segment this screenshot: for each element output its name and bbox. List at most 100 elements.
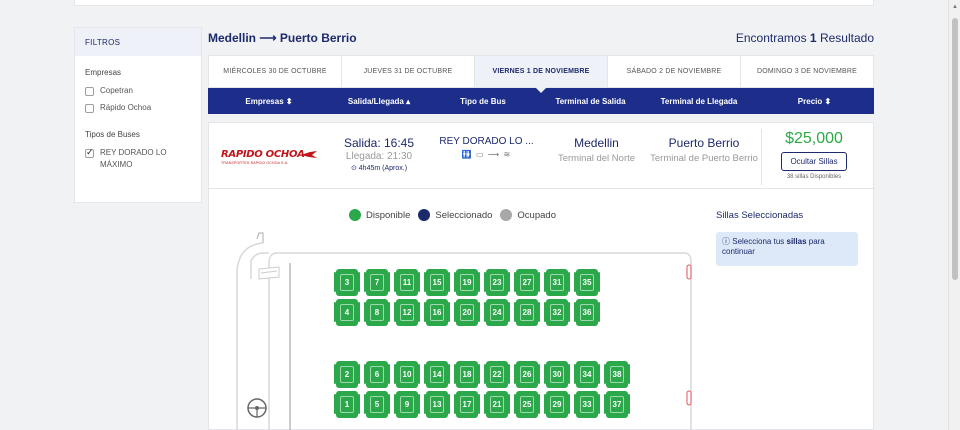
- seat-22[interactable]: 22: [484, 361, 510, 388]
- seat-number: 25: [522, 400, 532, 409]
- seat-number: 35: [582, 278, 592, 287]
- seat-15[interactable]: 15: [424, 269, 450, 296]
- amenities-icons: 🚻 ▭ ⟿ ≋: [461, 150, 512, 159]
- seat-11[interactable]: 11: [394, 269, 420, 296]
- seat-number: 36: [582, 308, 592, 317]
- origin-city: Medellin: [574, 136, 619, 150]
- date-tabs: MIÉRCOLES 30 DE OCTUBRE JUEVES 31 DE OCT…: [208, 55, 874, 93]
- seat-number: 21: [492, 400, 502, 409]
- tipos-heading: Tipos de Buses: [85, 130, 140, 139]
- filter-tipo-rey-dorado[interactable]: REY DORADO LO MÁXIMO: [85, 147, 191, 171]
- steering-wheel-icon: [247, 398, 267, 418]
- seat-7[interactable]: 7: [364, 269, 390, 296]
- seat-12[interactable]: 12: [394, 299, 420, 326]
- seat-number: 24: [492, 308, 502, 317]
- col-terminal-llegada: Terminal de Llegada: [660, 96, 738, 106]
- seat-30[interactable]: 30: [544, 361, 570, 388]
- seat-38[interactable]: 38: [604, 361, 630, 388]
- seat-36[interactable]: 36: [574, 299, 600, 326]
- seat-13[interactable]: 13: [424, 391, 450, 418]
- tab-date-2-active[interactable]: VIERNES 1 DE NOVIEMBRE: [475, 56, 608, 93]
- seat-31[interactable]: 31: [544, 269, 570, 296]
- col-precio[interactable]: Precio ⬍: [755, 97, 874, 106]
- seat-5[interactable]: 5: [364, 391, 390, 418]
- seat-2[interactable]: 2: [334, 361, 360, 388]
- seat-number: 15: [432, 278, 442, 287]
- seat-number: 8: [374, 308, 380, 317]
- seat-26[interactable]: 26: [514, 361, 540, 388]
- seat-23[interactable]: 23: [484, 269, 510, 296]
- seat-14[interactable]: 14: [424, 361, 450, 388]
- empresas-heading: Empresas: [85, 68, 122, 77]
- destination-terminal: Terminal de Puerto Berrio: [650, 153, 758, 164]
- seat-35[interactable]: 35: [574, 269, 600, 296]
- selected-seats-title: Sillas Seleccionadas: [716, 210, 804, 221]
- destination-city: Puerto Berrio: [668, 136, 740, 150]
- tab-date-1[interactable]: JUEVES 31 DE OCTUBRE: [342, 56, 475, 87]
- seat-34[interactable]: 34: [574, 361, 600, 388]
- top-card: [74, 0, 874, 6]
- seat-number: 19: [462, 278, 472, 287]
- legend-available-label: Disponible: [366, 209, 411, 221]
- origin-terminal: Terminal del Norte: [557, 153, 636, 164]
- seat-24[interactable]: 24: [484, 299, 510, 326]
- hide-seats-button[interactable]: Ocultar Sillas: [781, 152, 847, 171]
- seat-21[interactable]: 21: [484, 391, 510, 418]
- seat-number: 26: [522, 370, 532, 379]
- seat-number: 27: [522, 278, 532, 287]
- seat-20[interactable]: 20: [454, 299, 480, 326]
- col-tipo-bus: Tipo de Bus: [460, 96, 506, 106]
- seat-17[interactable]: 17: [454, 391, 480, 418]
- col-empresas[interactable]: Empresas ⬍: [208, 97, 330, 106]
- seat-18[interactable]: 18: [454, 361, 480, 388]
- seat-32[interactable]: 32: [544, 299, 570, 326]
- seat-16[interactable]: 16: [424, 299, 450, 326]
- scrollbar-thumb[interactable]: [952, 18, 958, 280]
- seat-number: 3: [344, 278, 350, 287]
- seat-number: 9: [404, 400, 410, 409]
- trip-row: RAPIDO OCHOA TRANSPORTES RAPIDO OCHOA S.…: [209, 123, 875, 189]
- bus-type-name: REY DORADO LO ...: [439, 136, 534, 147]
- tab-date-3[interactable]: SÁBADO 2 DE NOVIEMBRE: [608, 56, 741, 87]
- col-salida-llegada[interactable]: Salida/Llegada ▴: [330, 97, 428, 106]
- seat-9[interactable]: 9: [394, 391, 420, 418]
- trip-price: $25,000: [785, 130, 843, 147]
- checkbox-checked[interactable]: [85, 147, 94, 159]
- seat-28[interactable]: 28: [514, 299, 540, 326]
- seat-1[interactable]: 1: [334, 391, 360, 418]
- price-column: $25,000 Ocultar Sillas 38 sillas Disponi…: [761, 129, 866, 185]
- seat-29[interactable]: 29: [544, 391, 570, 418]
- legend-occupied-label: Ocupado: [517, 209, 556, 221]
- seat-8[interactable]: 8: [364, 299, 390, 326]
- seat-number: 37: [612, 400, 622, 409]
- seat-number: 18: [462, 370, 472, 379]
- seat-number: 33: [582, 400, 592, 409]
- info-prefix: Selecciona tus: [732, 237, 787, 246]
- results-prefix: Encontramos: [735, 31, 807, 45]
- seat-19[interactable]: 19: [454, 269, 480, 296]
- seat-33[interactable]: 33: [574, 391, 600, 418]
- checkbox[interactable]: [85, 104, 94, 113]
- occupied-dot: [500, 209, 513, 221]
- tab-date-4[interactable]: DOMINGO 3 DE NOVIEMBRE: [741, 56, 873, 87]
- seat-number: 28: [522, 308, 532, 317]
- filter-empresa-rapido-ochoa[interactable]: Rápido Ochoa: [85, 102, 191, 114]
- seat-10[interactable]: 10: [394, 361, 420, 388]
- company-logo: RAPIDO OCHOA TRANSPORTES RAPIDO OCHOA S.…: [221, 149, 321, 165]
- seat-3[interactable]: 3: [334, 269, 360, 296]
- tab-date-0[interactable]: MIÉRCOLES 30 DE OCTUBRE: [209, 56, 342, 87]
- seat-number: 7: [374, 278, 380, 287]
- page-scrollbar[interactable]: ▲: [948, 0, 960, 430]
- seat-6[interactable]: 6: [364, 361, 390, 388]
- seat-4[interactable]: 4: [334, 299, 360, 326]
- filter-empresa-copetran[interactable]: Copetran: [85, 85, 191, 97]
- seat-37[interactable]: 37: [604, 391, 630, 418]
- scroll-up-icon[interactable]: ▲: [952, 4, 958, 10]
- seat-number: 22: [492, 370, 502, 379]
- seat-27[interactable]: 27: [514, 269, 540, 296]
- filters-panel: FILTROS Empresas Copetran Rápido Ochoa T…: [74, 27, 202, 203]
- checkbox[interactable]: [85, 87, 94, 96]
- legend-selected-label: Seleccionado: [435, 209, 493, 221]
- seat-25[interactable]: 25: [514, 391, 540, 418]
- route-title: Medellin ⟶ Puerto Berrio: [208, 31, 357, 45]
